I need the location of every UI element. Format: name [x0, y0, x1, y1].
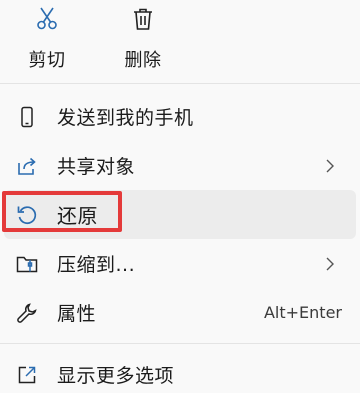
menu-item-label: 发送到我的手机 [57, 107, 194, 129]
share-icon [14, 153, 40, 179]
menu-item-label: 还原 [57, 204, 98, 228]
phone-icon [14, 104, 40, 130]
restore-icon [14, 202, 40, 228]
divider [0, 343, 360, 344]
menu-item-properties[interactable]: 属性 Alt+Enter [4, 288, 356, 337]
trash-icon [130, 6, 156, 36]
menu-item-label: 属性 [57, 303, 97, 325]
wrench-icon [14, 300, 40, 326]
context-menu: 剪切 删除 发送到我的手机 共享对象 还原 压缩到... 属性 Alt+Ente… [0, 0, 360, 393]
cut-label: 剪切 [28, 50, 66, 71]
chevron-right-icon [324, 256, 336, 272]
menu-item-label: 共享对象 [57, 156, 136, 178]
delete-button[interactable]: 删除 [116, 6, 170, 76]
menu-item-compress[interactable]: 压缩到... [4, 239, 356, 288]
menu-item-share[interactable]: 共享对象 [4, 141, 356, 190]
shortcut-hint: Alt+Enter [263, 303, 342, 322]
menu-item-restore[interactable]: 还原 [2, 190, 356, 239]
more-options-icon [14, 362, 40, 388]
scissors-icon [34, 6, 60, 36]
delete-label: 删除 [124, 50, 162, 71]
menu-item-label: 压缩到... [57, 254, 136, 276]
chevron-right-icon [324, 158, 336, 174]
top-action-bar: 剪切 删除 [0, 0, 360, 76]
menu-item-show-more-options[interactable]: 显示更多选项 [4, 350, 356, 393]
cut-button[interactable]: 剪切 [20, 6, 74, 76]
menu-items: 发送到我的手机 共享对象 还原 压缩到... 属性 Alt+Enter 显示更多… [0, 84, 360, 393]
archive-folder-icon [14, 251, 40, 277]
menu-item-send-to-phone[interactable]: 发送到我的手机 [4, 92, 356, 141]
menu-item-label: 显示更多选项 [57, 365, 175, 387]
